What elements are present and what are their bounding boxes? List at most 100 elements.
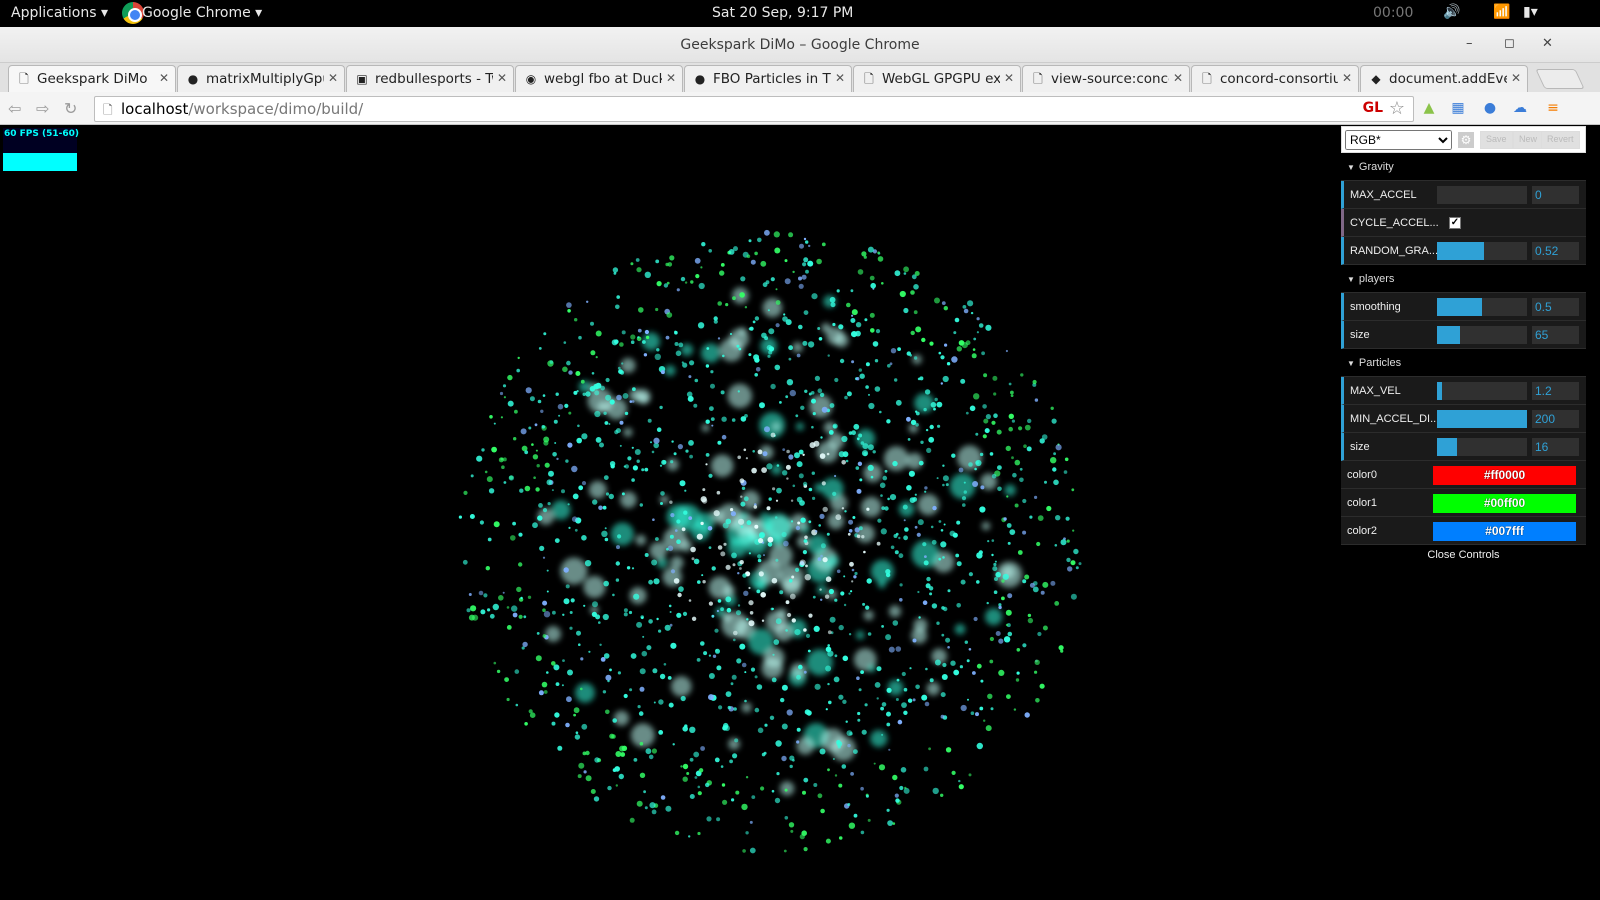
maximize-icon[interactable]: ◻ (1504, 36, 1515, 51)
fps-stats-panel[interactable]: 60 FPS (51-60) (3, 128, 79, 171)
particle-cluster (912, 354, 922, 365)
gear-icon[interactable]: ⚙ (1458, 132, 1474, 148)
max-vel-slider[interactable] (1437, 382, 1527, 400)
particle (861, 729, 867, 735)
player-size-slider[interactable] (1437, 326, 1527, 344)
folder-particles[interactable]: ▼ Particles (1341, 349, 1586, 377)
particle (886, 722, 891, 727)
particle (976, 317, 980, 321)
window-titlebar[interactable]: Geekspark DiMo – Google Chrome – ◻ ✕ (0, 27, 1600, 63)
particle-size-slider[interactable] (1437, 438, 1527, 456)
tab-4[interactable]: ◉ webgl fbo at Duck ✕ (515, 65, 683, 92)
wifi-icon[interactable]: 📶 (1493, 4, 1510, 20)
calendar-extension-icon[interactable]: ▦ (1450, 100, 1466, 116)
particle (580, 687, 583, 691)
particle (825, 838, 831, 844)
close-tab-icon[interactable]: ✕ (159, 71, 169, 85)
close-window-icon[interactable]: ✕ (1542, 36, 1553, 51)
chrome-menu-icon[interactable]: ≡ (1545, 100, 1561, 116)
particle (976, 742, 983, 750)
battery-icon[interactable]: ▮▾ (1523, 4, 1538, 20)
particle (838, 624, 844, 631)
close-tab-icon[interactable]: ✕ (1342, 71, 1352, 85)
android-extension-icon[interactable]: ▲ (1421, 100, 1437, 116)
cloud-extension-icon[interactable]: ☁ (1512, 100, 1528, 116)
particle (940, 714, 945, 719)
smoothing-input[interactable]: 0.5 (1532, 298, 1579, 316)
close-tab-icon[interactable]: ✕ (1511, 71, 1521, 85)
close-tab-icon[interactable]: ✕ (497, 71, 507, 85)
particle (764, 723, 768, 727)
particle (760, 786, 765, 791)
color1-picker[interactable]: #00ff00 (1433, 494, 1576, 513)
particle (591, 372, 595, 375)
minimize-icon[interactable]: – (1466, 36, 1473, 51)
particle (655, 259, 660, 264)
particle (714, 757, 720, 763)
tab-1[interactable]: 🗋 Geekspark DiMo ✕ (8, 65, 176, 92)
close-tab-icon[interactable]: ✕ (666, 71, 676, 85)
tab-6[interactable]: 🗋 WebGL GPGPU exp ✕ (853, 65, 1021, 92)
page-info-icon[interactable]: 🗋 (103, 101, 113, 122)
close-tab-icon[interactable]: ✕ (835, 71, 845, 85)
close-controls-button[interactable]: Close Controls (1341, 545, 1586, 565)
particle (593, 796, 600, 802)
random-gravity-input[interactable]: 0.52 (1532, 242, 1579, 260)
revert-button[interactable]: Revert (1541, 131, 1580, 149)
forward-icon[interactable]: ⇨ (36, 99, 49, 118)
particle (758, 571, 764, 577)
webgl-extension-badge[interactable]: GL (1363, 100, 1383, 116)
tab-8[interactable]: 🗋 concord-consortiur ✕ (1191, 65, 1359, 92)
new-button[interactable]: New (1513, 131, 1544, 149)
profile-extension-icon[interactable]: ● (1482, 100, 1498, 116)
color2-picker[interactable]: #007fff (1433, 522, 1576, 541)
bookmark-star-icon[interactable]: ☆ (1389, 98, 1405, 119)
max-accel-slider[interactable] (1437, 186, 1527, 204)
folder-players[interactable]: ▼ players (1341, 265, 1586, 293)
min-accel-dist-slider[interactable] (1437, 410, 1527, 428)
max-vel-input[interactable]: 1.2 (1532, 382, 1579, 400)
particle (841, 460, 846, 465)
save-button[interactable]: Save (1480, 131, 1513, 149)
app-menu[interactable]: Google Chrome ▾ (142, 5, 262, 21)
duckduckgo-icon: ◉ (525, 72, 537, 86)
color0-picker[interactable]: #ff0000 (1433, 466, 1576, 485)
particle (907, 438, 911, 441)
back-icon[interactable]: ⇦ (8, 99, 21, 118)
random-gravity-slider[interactable] (1437, 242, 1527, 260)
tab-2[interactable]: ● matrixMultiplyGpu ✕ (177, 65, 345, 92)
tab-7[interactable]: 🗋 view-source:conco ✕ (1022, 65, 1190, 92)
tab-9[interactable]: ◆ document.addEven ✕ (1360, 65, 1528, 92)
particle (683, 510, 688, 515)
control-cycle-accel: CYCLE_ACCEL... ✓ (1341, 209, 1586, 237)
reload-icon[interactable]: ↻ (64, 99, 77, 118)
tab-3[interactable]: ▣ redbullesports - Tw ✕ (346, 65, 514, 92)
particle (820, 554, 823, 558)
particle (789, 593, 796, 600)
particle (841, 507, 845, 510)
particle-size-input[interactable]: 16 (1532, 438, 1579, 456)
particle (941, 674, 948, 680)
close-tab-icon[interactable]: ✕ (1004, 71, 1014, 85)
particle-simulation-canvas[interactable] (0, 126, 1560, 900)
particle (731, 552, 737, 559)
particle-cluster (588, 480, 607, 499)
player-size-input[interactable]: 65 (1532, 326, 1579, 344)
address-bar[interactable]: 🗋 localhost/workspace/dimo/build/ GL ☆ (94, 96, 1414, 122)
tab-label: concord-consortiur (1220, 71, 1338, 87)
cycle-accel-checkbox[interactable]: ✓ (1449, 217, 1461, 229)
max-accel-input[interactable]: 0 (1532, 186, 1579, 204)
tab-5[interactable]: ● FBO Particles in Th ✕ (684, 65, 852, 92)
particle (737, 604, 741, 607)
volume-icon[interactable]: 🔊 (1443, 4, 1460, 20)
smoothing-slider[interactable] (1437, 298, 1527, 316)
folder-gravity[interactable]: ▼ Gravity (1341, 153, 1586, 181)
clock[interactable]: Sat 20 Sep, 9:17 PM (712, 5, 853, 21)
preset-select[interactable]: RGB* (1345, 130, 1452, 150)
min-accel-dist-input[interactable]: 200 (1532, 410, 1579, 428)
close-tab-icon[interactable]: ✕ (328, 71, 338, 85)
applications-menu[interactable]: Applications ▾ (11, 5, 108, 21)
close-tab-icon[interactable]: ✕ (1173, 71, 1183, 85)
particle (752, 450, 755, 453)
particle (856, 488, 862, 494)
